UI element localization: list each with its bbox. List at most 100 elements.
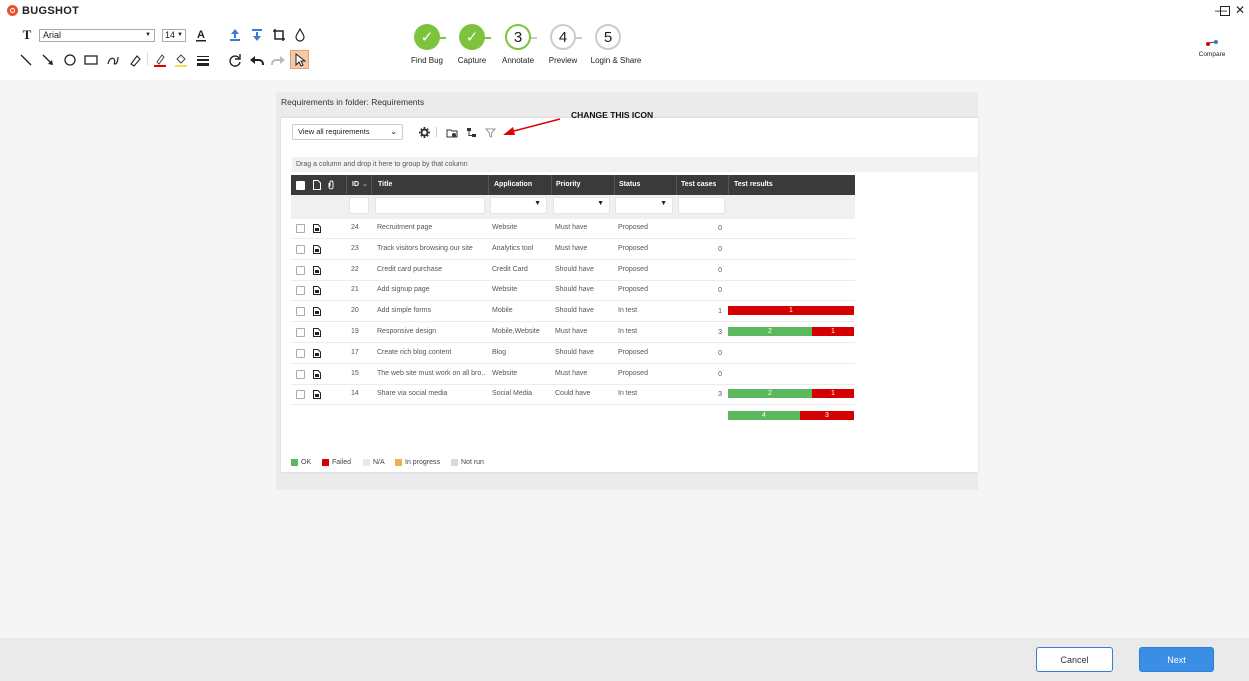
table-row[interactable]: 14 Share via social media Social Media Coul… [291, 384, 855, 406]
bring-forward-icon[interactable] [226, 26, 244, 44]
rotate-icon[interactable] [226, 51, 244, 69]
requirement-document-icon[interactable] [313, 348, 321, 358]
hierarchy-icon[interactable] [465, 126, 477, 138]
requirement-document-icon[interactable] [313, 390, 321, 400]
step-login-share[interactable]: 5 [595, 24, 621, 50]
font-size-select[interactable]: 14 ▼ [162, 29, 186, 42]
legend-label: OK [301, 459, 312, 466]
bugshot-logo-icon [7, 5, 18, 16]
compare-label[interactable]: Compare [1194, 51, 1230, 58]
next-button[interactable]: Next [1139, 647, 1214, 672]
filter-icon[interactable] [484, 126, 496, 138]
table-row[interactable]: 24 Recruitment page Website Must have Propos… [291, 218, 855, 239]
line-width-icon[interactable] [194, 51, 212, 69]
column-header-title[interactable]: Title [371, 175, 488, 195]
freehand-tool-icon[interactable] [104, 51, 122, 69]
row-checkbox[interactable] [296, 307, 305, 317]
result-bar-failed: 1 [812, 327, 854, 336]
rectangle-tool-icon[interactable] [82, 51, 100, 69]
table-row[interactable]: 23 Track visitors browsing our site Analyt… [291, 239, 855, 260]
cell-title[interactable]: Add signup page [377, 280, 485, 300]
requirement-document-icon[interactable] [313, 224, 321, 233]
compare-icon[interactable] [1203, 37, 1221, 49]
status-filter-select[interactable]: ▼ [615, 197, 673, 214]
cell-title[interactable]: Add simple forms [377, 301, 485, 321]
title-filter-input[interactable] [375, 197, 485, 214]
test-cases-filter-input[interactable] [678, 197, 725, 214]
cell-title[interactable]: Create rich blog content [377, 343, 485, 363]
undo-icon[interactable] [248, 51, 266, 69]
table-row[interactable]: 22 Credit card purchase Credit Card Should … [291, 260, 855, 281]
settings-gear-icon[interactable] [418, 126, 430, 138]
redo-icon[interactable] [269, 51, 287, 69]
step-preview[interactable]: 4 [550, 24, 576, 50]
view-select[interactable]: View all requirements ⌄ [292, 124, 403, 140]
cell-id: 17 [351, 348, 359, 356]
requirement-document-icon[interactable] [313, 369, 321, 379]
application-filter-select[interactable]: ▼ [490, 197, 547, 214]
result-bar-failed: 1 [728, 306, 854, 316]
table-row[interactable]: 15 The web site must work on all bro... We… [291, 364, 855, 385]
cancel-button[interactable]: Cancel [1036, 647, 1113, 672]
text-color-icon[interactable]: A [192, 26, 210, 44]
arrow-tool-icon[interactable] [39, 51, 57, 69]
cell-title[interactable]: Recruitment page [377, 218, 485, 238]
row-checkbox[interactable] [296, 328, 305, 337]
step-find-bug[interactable]: ✓ [414, 24, 440, 50]
crop-icon[interactable] [270, 26, 288, 44]
column-header-status[interactable]: Status [614, 175, 676, 195]
step-annotate[interactable]: 3 [505, 24, 531, 50]
cell-priority: Must have [555, 244, 588, 252]
group-by-drop-zone[interactable]: Drag a column and drop it here to group … [292, 157, 978, 172]
text-tool-icon[interactable]: T [18, 26, 36, 44]
column-header-id[interactable]: ID ⌄ [346, 175, 369, 195]
column-header-priority[interactable]: Priority [551, 175, 614, 195]
row-checkbox[interactable] [296, 265, 305, 275]
row-checkbox[interactable] [296, 390, 305, 400]
annotation-arrow[interactable] [500, 116, 564, 138]
cell-title[interactable]: Credit card purchase [377, 260, 485, 280]
column-header-test-results[interactable]: Test results [728, 175, 855, 195]
cell-title[interactable]: Track visitors browsing our site [377, 239, 485, 259]
select-all-checkbox[interactable] [296, 181, 305, 190]
cell-title[interactable]: Responsive design [377, 322, 485, 342]
requirement-document-icon[interactable] [313, 265, 321, 275]
cell-id: 14 [351, 390, 359, 398]
requirement-document-icon[interactable] [313, 244, 321, 254]
cell-id: 19 [351, 328, 359, 335]
table-row[interactable]: 21 Add signup page Website Should have Propo… [291, 280, 855, 302]
step-capture[interactable]: ✓ [459, 24, 485, 50]
requirement-document-icon[interactable] [313, 307, 321, 317]
requirement-document-icon[interactable] [313, 328, 321, 337]
annotation-text[interactable]: CHANGE THIS ICON [571, 110, 653, 120]
font-family-select[interactable]: Arial ▼ [39, 29, 155, 42]
send-backward-icon[interactable] [248, 26, 266, 44]
ellipse-tool-icon[interactable] [61, 51, 79, 69]
line-tool-icon[interactable] [17, 51, 35, 69]
cell-title[interactable]: The web site must work on all bro... [377, 364, 485, 384]
id-filter-input[interactable] [349, 197, 369, 214]
cell-application: Website [492, 286, 518, 294]
row-checkbox[interactable] [296, 286, 305, 296]
select-pointer-icon[interactable] [290, 50, 309, 69]
cell-title[interactable]: Share via social media [377, 384, 485, 404]
stroke-color-icon[interactable] [151, 51, 169, 69]
add-requirement-icon[interactable] [446, 126, 458, 138]
fill-color-icon[interactable] [172, 51, 190, 69]
table-row[interactable]: 19 Responsive design Mobile,Website Must ha… [291, 322, 855, 343]
table-row[interactable]: 20 Add simple forms Mobile Should have In te… [291, 301, 855, 323]
highlighter-tool-icon[interactable] [126, 51, 144, 69]
row-checkbox[interactable] [296, 369, 305, 379]
requirement-document-icon[interactable] [313, 286, 321, 296]
maximize-button[interactable] [1220, 6, 1230, 16]
table-row[interactable]: 17 Create rich blog content Blog Should hav… [291, 343, 855, 364]
priority-filter-select[interactable]: ▼ [553, 197, 610, 214]
column-header-test-cases[interactable]: Test cases [676, 175, 728, 195]
row-checkbox[interactable] [296, 348, 305, 358]
close-button[interactable]: ✕ [1233, 3, 1247, 17]
row-checkbox[interactable] [296, 224, 305, 233]
blur-drop-icon[interactable] [291, 26, 309, 44]
row-checkbox[interactable] [296, 244, 305, 254]
legend-item: Failed [322, 459, 351, 466]
column-header-application[interactable]: Application [488, 175, 551, 195]
